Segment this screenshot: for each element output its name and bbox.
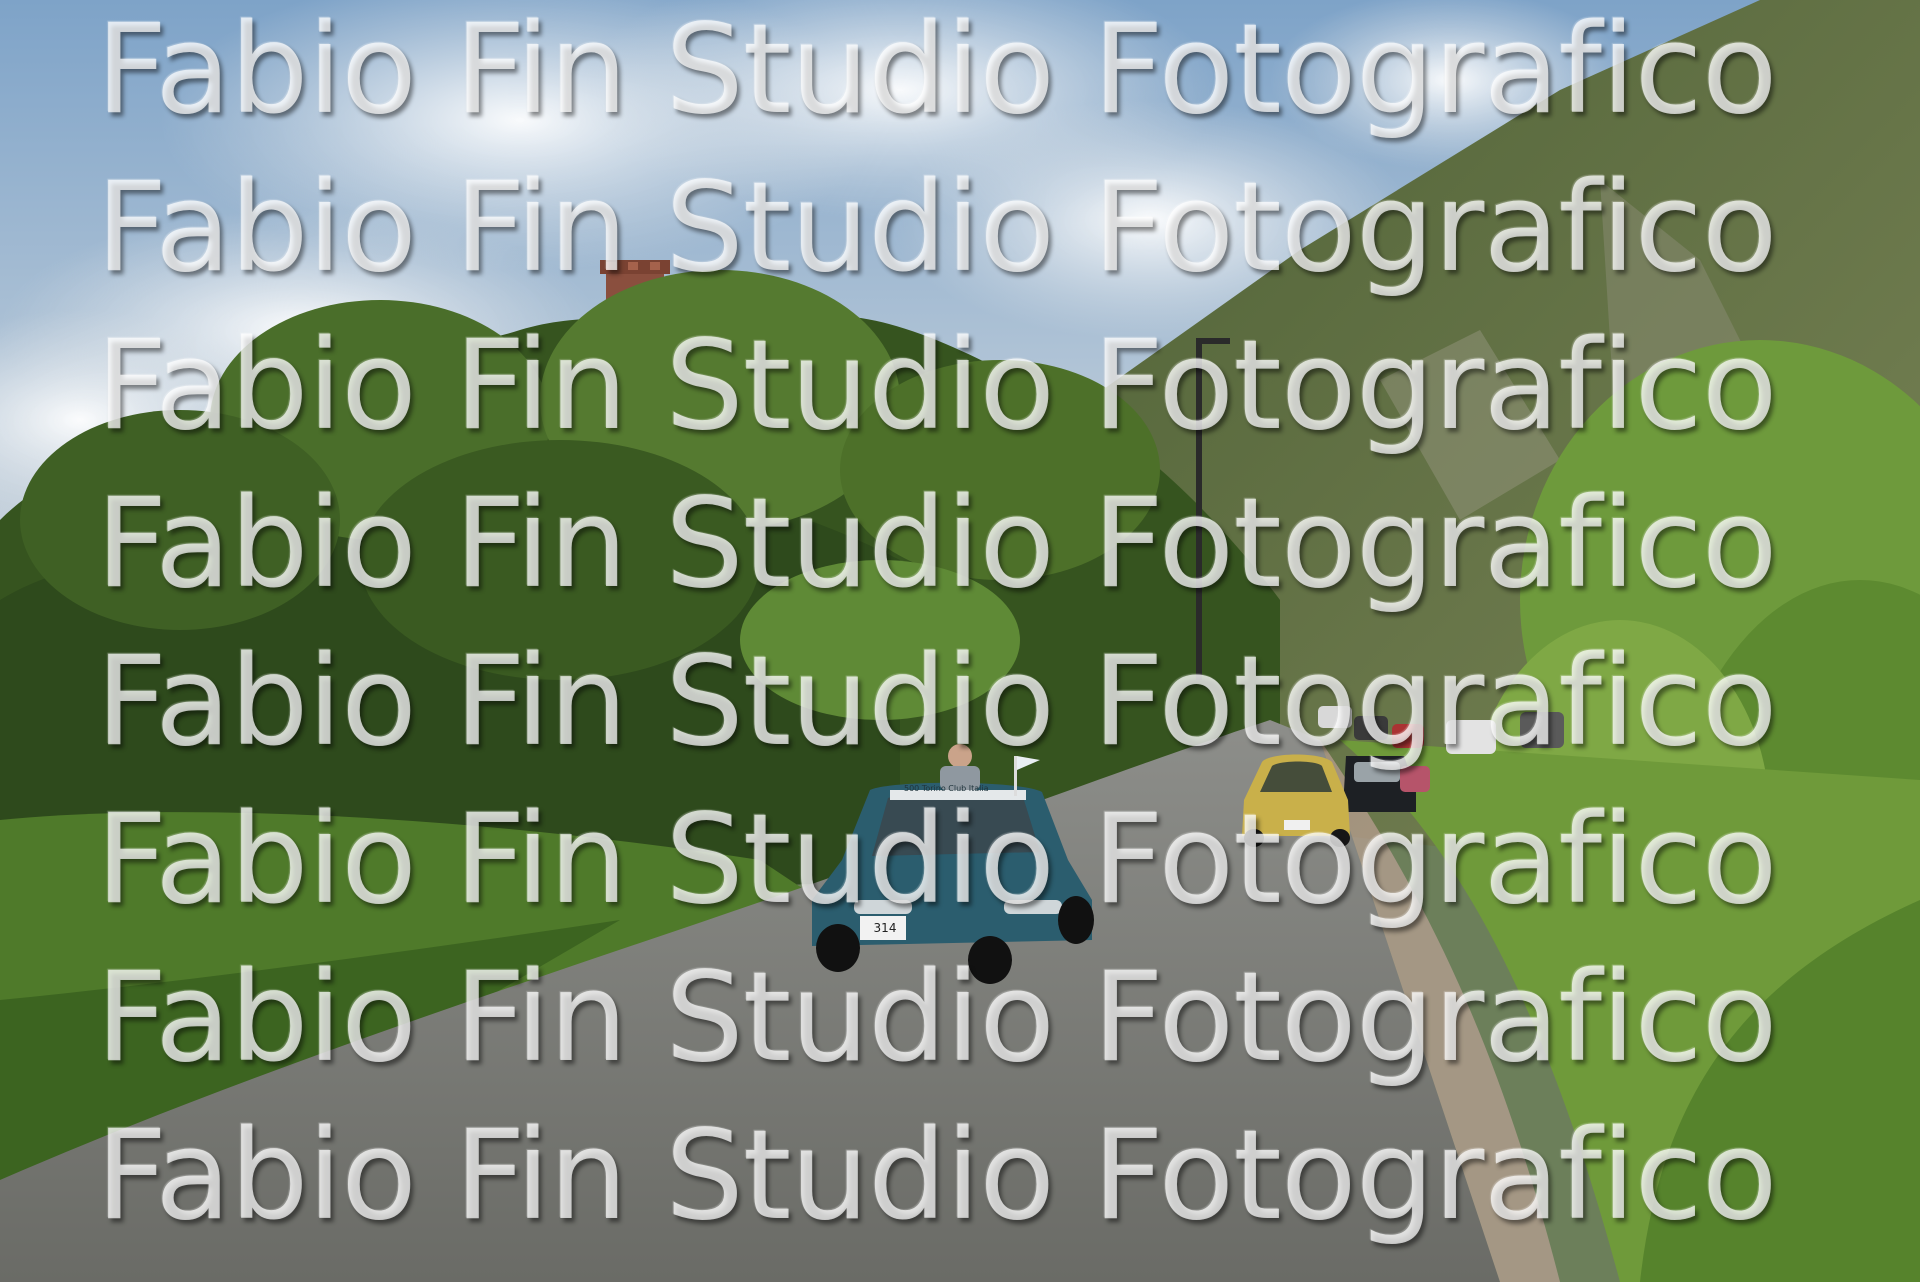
car-race-number: 314 bbox=[873, 921, 897, 935]
photograph: Fabio Fin Studio Fotografico Fabio Fin S… bbox=[0, 0, 1920, 1282]
car-windshield-banner: 500 Torino Club Italia bbox=[904, 784, 989, 793]
landscape-scene bbox=[0, 0, 1920, 1282]
